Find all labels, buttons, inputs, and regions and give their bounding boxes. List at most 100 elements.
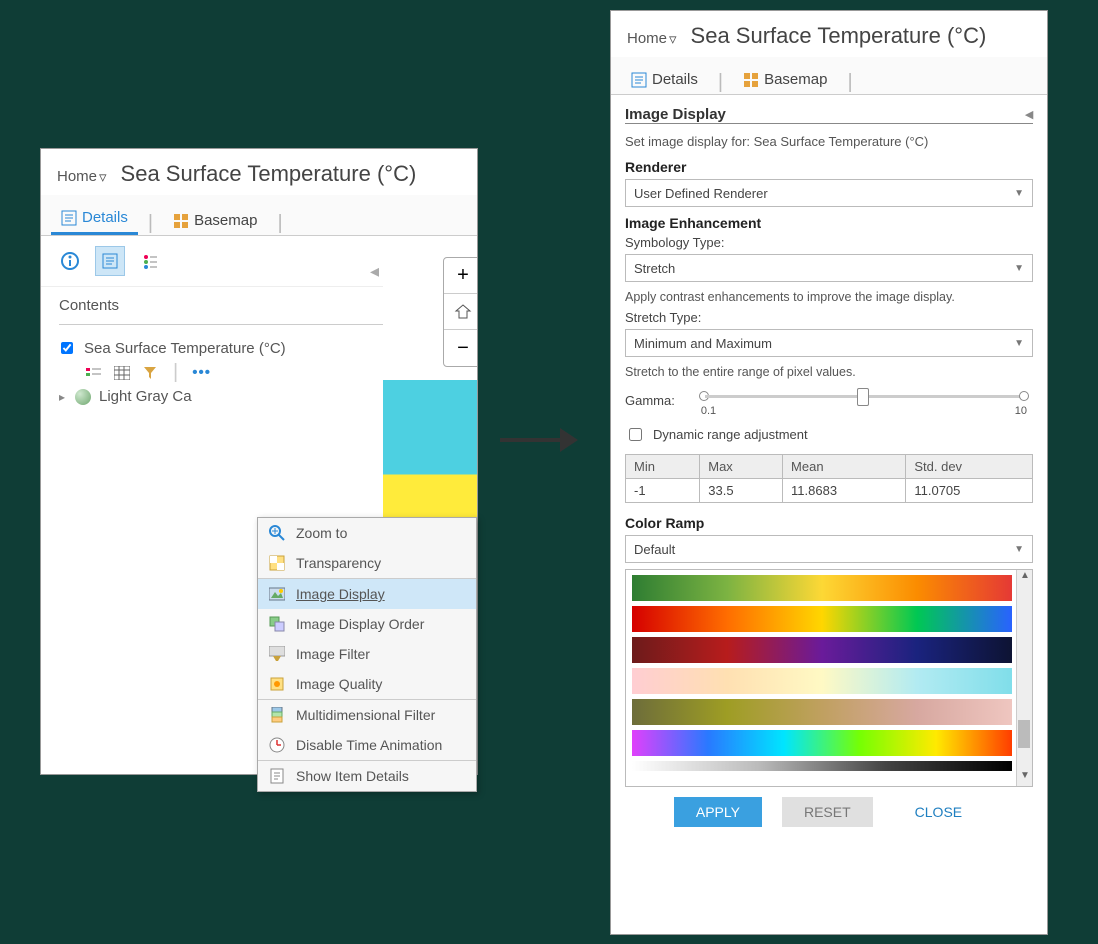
- slider-thumb[interactable]: [857, 388, 869, 406]
- map-viewer-panel: Home ▿ Sea Surface Temperature (°C) Deta…: [40, 148, 478, 775]
- stretch-value: Minimum and Maximum: [634, 336, 772, 351]
- menu-zoom-label: Zoom to: [296, 525, 347, 541]
- menu-item-details[interactable]: Show Item Details: [258, 760, 476, 791]
- arrow-graphic: [500, 428, 580, 452]
- ramp-option[interactable]: [632, 761, 1012, 771]
- stretch-select[interactable]: Minimum and Maximum ▼: [625, 329, 1033, 357]
- tab-bar: Details | Basemap |: [611, 57, 1047, 95]
- min-value[interactable]: -1: [626, 479, 700, 503]
- home-dropdown[interactable]: Home ▿: [57, 168, 107, 186]
- close-button[interactable]: CLOSE: [893, 797, 984, 827]
- menu-multidim-filter[interactable]: Multidimensional Filter: [258, 699, 476, 730]
- filter-icon[interactable]: [141, 364, 159, 382]
- tab-details-label: Details: [82, 209, 128, 226]
- dra-checkbox[interactable]: [629, 428, 642, 441]
- symbology-label: Symbology Type:: [625, 235, 1033, 250]
- separator: |: [144, 212, 157, 235]
- table-icon[interactable]: [113, 364, 131, 382]
- zoom-control: + −: [443, 257, 477, 367]
- gamma-row: Gamma: 0.1 10: [625, 385, 1033, 415]
- menu-disable-time[interactable]: Disable Time Animation: [258, 730, 476, 760]
- menu-image-display[interactable]: Image Display: [258, 578, 476, 609]
- collapse-icon[interactable]: ◂: [1025, 105, 1033, 123]
- ramp-option[interactable]: [632, 637, 1012, 663]
- expand-caret-icon[interactable]: ▸: [57, 390, 67, 404]
- layer-basemap-label: Light Gray Ca: [99, 388, 192, 405]
- menu-image-quality[interactable]: Image Quality: [258, 669, 476, 699]
- separator: |: [714, 71, 727, 94]
- more-options-button[interactable]: •••: [192, 364, 211, 381]
- menu-image-filter[interactable]: Image Filter: [258, 639, 476, 669]
- renderer-select[interactable]: User Defined Renderer ▼: [625, 179, 1033, 207]
- tab-details[interactable]: Details: [621, 65, 708, 94]
- ramp-option[interactable]: [632, 575, 1012, 601]
- stats-table: Min Max Mean Std. dev -1 33.5 11.8683 11…: [625, 454, 1033, 503]
- multidim-icon: [268, 706, 286, 724]
- ramp-option[interactable]: [632, 668, 1012, 694]
- reset-button[interactable]: RESET: [782, 797, 873, 827]
- separator: |: [843, 71, 856, 94]
- tab-bar: Details | Basemap |: [41, 195, 477, 236]
- home-label: Home: [57, 168, 97, 185]
- slider-max-handle[interactable]: [1019, 391, 1029, 401]
- dra-row: Dynamic range adjustment: [625, 425, 1033, 444]
- home-extent-button[interactable]: [444, 294, 477, 330]
- menu-image-filter-label: Image Filter: [296, 646, 370, 662]
- ramp-option[interactable]: [632, 730, 1012, 756]
- globe-icon: [75, 389, 91, 405]
- menu-image-quality-label: Image Quality: [296, 676, 382, 692]
- color-ramp-select[interactable]: Default ▼: [625, 535, 1033, 563]
- item-details-icon: [268, 767, 286, 785]
- renderer-value: User Defined Renderer: [634, 186, 768, 201]
- tab-details[interactable]: Details: [51, 203, 138, 235]
- basemap-icon: [173, 213, 189, 229]
- contents-button[interactable]: [95, 246, 125, 276]
- apply-button[interactable]: APPLY: [674, 797, 762, 827]
- zoom-icon: [268, 524, 286, 542]
- zoom-in-button[interactable]: +: [444, 258, 477, 294]
- menu-multidim-label: Multidimensional Filter: [296, 707, 435, 723]
- tab-basemap[interactable]: Basemap: [733, 65, 837, 94]
- min-header: Min: [626, 455, 700, 479]
- panel-header: Image Display ◂: [625, 105, 1033, 124]
- clock-icon: [268, 736, 286, 754]
- symbology-select[interactable]: Stretch ▼: [625, 254, 1033, 282]
- scroll-up-icon[interactable]: ▲: [1017, 570, 1033, 586]
- scroll-thumb[interactable]: [1018, 720, 1030, 748]
- collapse-panel-icon[interactable]: ◂: [370, 261, 379, 282]
- color-ramp-value: Default: [634, 542, 675, 557]
- max-value[interactable]: 33.5: [700, 479, 783, 503]
- menu-display-order[interactable]: Image Display Order: [258, 609, 476, 639]
- layer-sst-checkbox[interactable]: [61, 342, 73, 354]
- gamma-label: Gamma:: [625, 393, 675, 408]
- chevron-down-icon: ▼: [1014, 338, 1024, 349]
- gamma-max: 10: [1015, 405, 1027, 417]
- legend-toggle-icon[interactable]: [85, 364, 103, 382]
- home-dropdown[interactable]: Home ▿: [627, 30, 677, 48]
- menu-zoom-to[interactable]: Zoom to: [258, 518, 476, 548]
- scroll-down-icon[interactable]: ▼: [1017, 770, 1033, 786]
- page-title: Sea Surface Temperature (°C): [691, 23, 987, 49]
- chevron-down-icon: ▼: [1014, 544, 1024, 555]
- table-row: Min Max Mean Std. dev: [626, 455, 1033, 479]
- home-label: Home: [627, 30, 667, 47]
- color-ramp-heading: Color Ramp: [625, 515, 1033, 531]
- image-display-icon: [268, 585, 286, 603]
- ramp-option[interactable]: [632, 699, 1012, 725]
- std-header: Std. dev: [906, 455, 1033, 479]
- about-button[interactable]: [55, 246, 85, 276]
- menu-transparency[interactable]: Transparency: [258, 548, 476, 578]
- scrollbar[interactable]: ▲ ▼: [1016, 570, 1032, 786]
- tab-basemap-label: Basemap: [194, 212, 257, 229]
- menu-transparency-label: Transparency: [296, 555, 381, 571]
- image-filter-icon: [268, 645, 286, 663]
- gamma-slider[interactable]: 0.1 10: [695, 385, 1033, 415]
- std-value[interactable]: 11.0705: [906, 479, 1033, 503]
- zoom-out-button[interactable]: −: [444, 330, 477, 366]
- legend-button[interactable]: [135, 246, 165, 276]
- dra-label: Dynamic range adjustment: [653, 427, 808, 442]
- tab-basemap[interactable]: Basemap: [163, 206, 267, 235]
- ramp-option[interactable]: [632, 606, 1012, 632]
- basemap-icon: [743, 72, 759, 88]
- mean-value[interactable]: 11.8683: [783, 479, 906, 503]
